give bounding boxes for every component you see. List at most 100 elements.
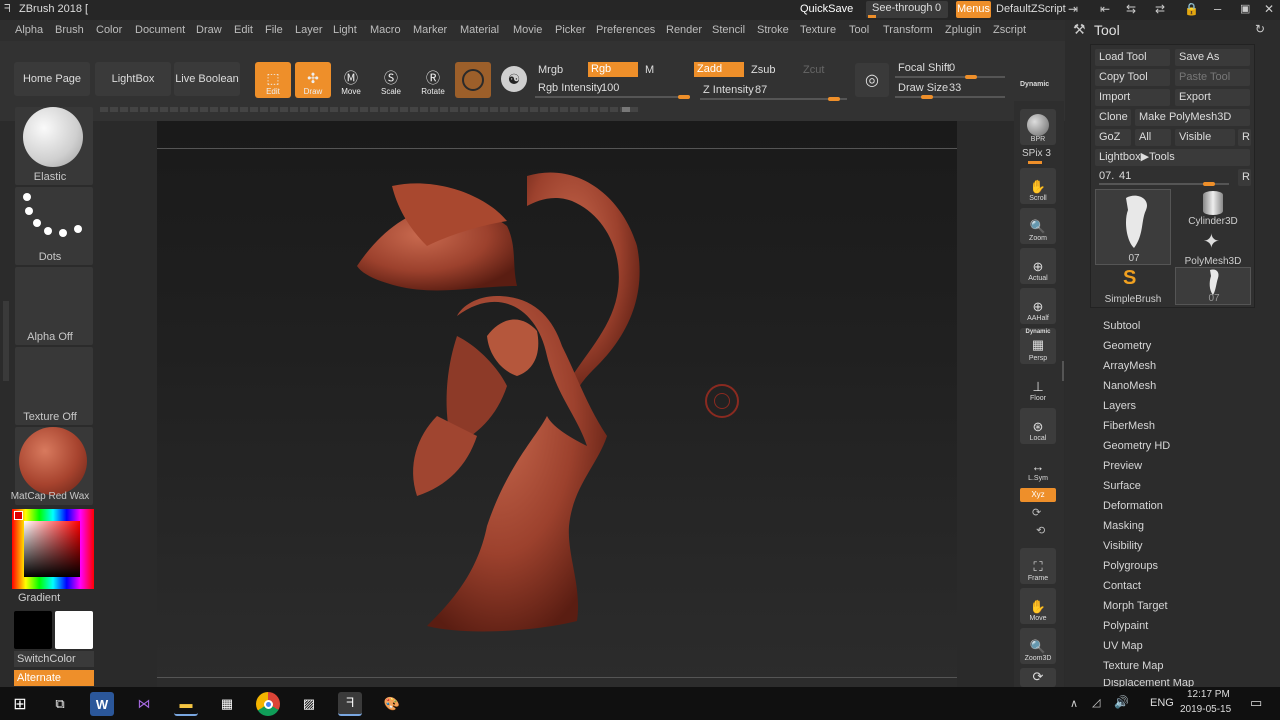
zadd-button[interactable]: Zadd xyxy=(694,62,744,77)
tray-chevron-icon[interactable]: ∧ xyxy=(1070,697,1078,710)
menu-stroke[interactable]: Stroke xyxy=(757,24,789,36)
rgb-intensity-slider[interactable]: Rgb Intensity 100 xyxy=(535,81,693,99)
menu-draw[interactable]: Draw xyxy=(196,24,222,36)
lightbox-button[interactable]: LightBox xyxy=(95,62,171,96)
menu-alpha[interactable]: Alpha xyxy=(15,24,43,36)
move3d-button[interactable]: ✋ Move xyxy=(1020,588,1056,624)
zcut-button[interactable]: Zcut xyxy=(800,63,824,78)
all-button[interactable]: All xyxy=(1135,129,1171,146)
menu-material[interactable]: Material xyxy=(460,24,499,36)
live-boolean-button[interactable]: Live Boolean xyxy=(174,62,240,96)
mrgb-button[interactable]: Mrgb xyxy=(535,63,563,78)
copy-tool-button[interactable]: Copy Tool xyxy=(1095,69,1170,86)
material-sphere-button[interactable] xyxy=(455,62,491,98)
see-through-slider[interactable]: See-through 0 xyxy=(866,1,948,18)
load-tool-button[interactable]: Load Tool xyxy=(1095,49,1170,66)
menu-render[interactable]: Render xyxy=(666,24,702,36)
edit-button[interactable]: ⬚ Edit xyxy=(255,62,291,98)
clock-time[interactable]: 12:17 PM xyxy=(1187,689,1230,700)
aahalf-button[interactable]: ⊕ AAHalf xyxy=(1020,288,1056,324)
section-visibility[interactable]: Visibility xyxy=(1103,540,1143,552)
tool-thumb-current[interactable]: 07 xyxy=(1095,189,1171,265)
spix-slider[interactable]: SPix 3 xyxy=(1022,148,1051,164)
layout-icon[interactable]: ⇥ xyxy=(1068,2,1078,16)
section-geometry-hd[interactable]: Geometry HD xyxy=(1103,440,1170,452)
import-button[interactable]: Import xyxy=(1095,89,1170,106)
word-icon[interactable]: W xyxy=(90,692,114,716)
chrome-icon[interactable] xyxy=(256,692,280,716)
menu-document[interactable]: Document xyxy=(135,24,185,36)
network-icon[interactable]: ◿ xyxy=(1092,696,1100,709)
close-icon[interactable]: ✕ xyxy=(1264,2,1274,16)
menu-edit[interactable]: Edit xyxy=(234,24,253,36)
reset-icon[interactable]: ↻ xyxy=(1255,22,1265,36)
menu-light[interactable]: Light xyxy=(333,24,357,36)
section-geometry[interactable]: Geometry xyxy=(1103,340,1151,352)
m-button[interactable]: M xyxy=(642,63,654,78)
menu-texture[interactable]: Texture xyxy=(800,24,836,36)
notifications-icon[interactable]: ▭ xyxy=(1250,695,1262,711)
section-arraymesh[interactable]: ArrayMesh xyxy=(1103,360,1156,372)
menu-color[interactable]: Color xyxy=(96,24,122,36)
menu-layer[interactable]: Layer xyxy=(295,24,323,36)
move-button[interactable]: Ⓜ Move xyxy=(333,62,369,98)
rotate-z-icon[interactable]: ⟲ xyxy=(1036,524,1045,537)
section-masking[interactable]: Masking xyxy=(1103,520,1144,532)
secondary-color-swatch[interactable] xyxy=(55,611,93,649)
clock-date[interactable]: 2019-05-15 xyxy=(1180,704,1231,715)
gradient-button[interactable]: Gradient xyxy=(18,592,60,604)
menu-transform[interactable]: Transform xyxy=(883,24,933,36)
layout4-icon[interactable]: ⇄ xyxy=(1155,2,1165,16)
menu-preferences[interactable]: Preferences xyxy=(596,24,655,36)
menus-button[interactable]: Menus xyxy=(956,1,991,18)
goz-r-button[interactable]: R xyxy=(1238,129,1251,146)
bpr-button[interactable]: BPR xyxy=(1020,109,1056,145)
default-zscript-button[interactable]: DefaultZScript xyxy=(996,3,1066,15)
section-polygroups[interactable]: Polygroups xyxy=(1103,560,1158,572)
switch-color-button[interactable]: SwitchColor xyxy=(14,651,94,667)
lightbox-tools-button[interactable]: Lightbox▶Tools xyxy=(1095,149,1250,166)
section-polypaint[interactable]: Polypaint xyxy=(1103,620,1148,632)
quicksave-button[interactable]: QuickSave xyxy=(800,3,853,15)
goz-button[interactable]: GoZ xyxy=(1095,129,1131,146)
xyz-button[interactable]: Xyz xyxy=(1020,488,1056,502)
zbrush-taskbar-icon[interactable]: ᖷ xyxy=(338,692,362,716)
rotate3d-button[interactable]: ⟳ xyxy=(1020,668,1056,687)
alternate-button[interactable]: Alternate xyxy=(14,670,94,686)
rgb-button[interactable]: Rgb xyxy=(588,62,638,77)
paint-icon[interactable]: 🎨 xyxy=(380,692,404,716)
menu-brush[interactable]: Brush xyxy=(55,24,84,36)
menu-picker[interactable]: Picker xyxy=(555,24,586,36)
dynamic-button[interactable]: Dynamic xyxy=(1020,81,1049,88)
menu-file[interactable]: File xyxy=(265,24,283,36)
tool-slider-r-button[interactable]: R xyxy=(1238,169,1251,186)
cylinder3d-thumb[interactable]: Cylinder3D xyxy=(1175,189,1251,227)
maximize-icon[interactable]: ▣ xyxy=(1240,2,1250,15)
focal-shift-slider[interactable]: Focal Shift 0 xyxy=(895,61,1055,79)
right-tray-handle[interactable] xyxy=(1062,361,1064,381)
menu-macro[interactable]: Macro xyxy=(370,24,401,36)
saturation-square[interactable] xyxy=(24,521,80,577)
menu-zplugin[interactable]: Zplugin xyxy=(945,24,981,36)
scale-button[interactable]: Ⓢ Scale xyxy=(373,62,409,98)
frame-button[interactable]: ⛶ Frame xyxy=(1020,548,1056,584)
lsym-button[interactable]: ↔ L.Sym xyxy=(1020,448,1056,484)
rotate-y-icon[interactable]: ⟳ xyxy=(1032,506,1041,519)
section-deformation[interactable]: Deformation xyxy=(1103,500,1163,512)
home-page-button[interactable]: Home Page xyxy=(14,62,90,96)
section-uv-map[interactable]: UV Map xyxy=(1103,640,1143,652)
calculator-icon[interactable]: ▦ xyxy=(215,692,239,716)
save-as-button[interactable]: Save As xyxy=(1175,49,1250,66)
language-indicator[interactable]: ENG xyxy=(1150,697,1174,709)
visual-studio-icon[interactable]: ⋈ xyxy=(132,692,156,716)
section-layers[interactable]: Layers xyxy=(1103,400,1136,412)
floor-button[interactable]: ⊥ Floor xyxy=(1020,368,1056,404)
photos-icon[interactable]: ▨ xyxy=(297,692,321,716)
section-nanomesh[interactable]: NanoMesh xyxy=(1103,380,1156,392)
section-fibermesh[interactable]: FiberMesh xyxy=(1103,420,1155,432)
layout2-icon[interactable]: ⇤ xyxy=(1100,2,1110,16)
section-texture-map[interactable]: Texture Map xyxy=(1103,660,1164,672)
tool-palette-title[interactable]: Tool xyxy=(1094,22,1120,38)
menu-tool[interactable]: Tool xyxy=(849,24,869,36)
section-displacement-map[interactable]: Displacement Map xyxy=(1103,679,1194,687)
